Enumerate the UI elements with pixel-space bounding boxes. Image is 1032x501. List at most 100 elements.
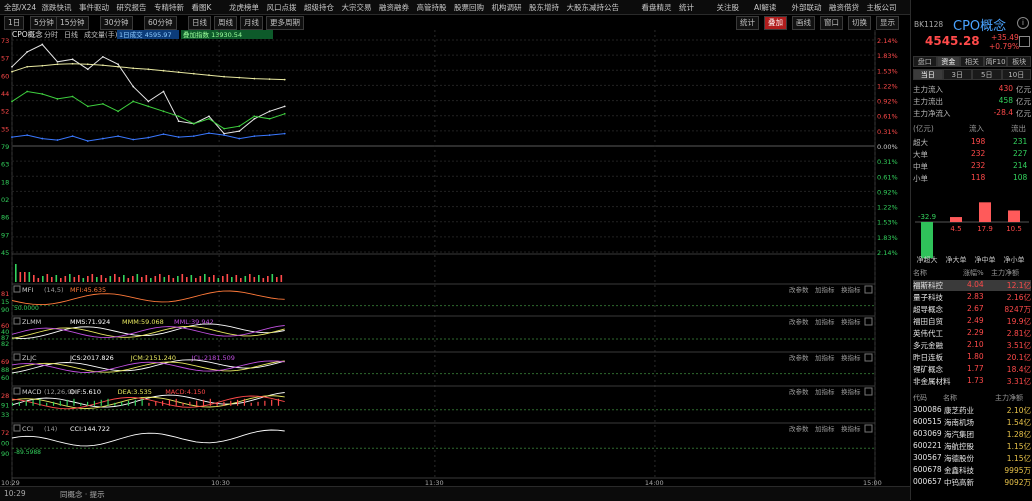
period-button[interactable]: 15分钟	[56, 16, 89, 30]
chart-tool-button[interactable]: 叠加	[764, 16, 787, 30]
tab-item[interactable]: 板块	[1007, 56, 1031, 67]
menu-item[interactable]: 研究报告	[117, 2, 147, 13]
concept-row[interactable]: 多元金融 2.10 3.51亿	[913, 340, 1031, 351]
panel-action-button[interactable]: 换指标	[841, 353, 861, 362]
tab-item[interactable]: 5日	[972, 69, 1002, 80]
concept-row[interactable]: 锂矿概念 1.77 18.4亿	[913, 364, 1031, 375]
tab-item[interactable]: 资金	[936, 56, 961, 67]
period-button[interactable]: 5分钟	[30, 16, 58, 30]
chart-area[interactable]: CPO概念 分时 日线 成交量(手) 1日成交 4595.97 叠加指数 13930.54…	[0, 30, 910, 486]
menu-item[interactable]: 风口点拨	[267, 2, 297, 13]
panel-action-button[interactable]: 换指标	[841, 285, 861, 294]
stock-header-cell[interactable]: 名称	[943, 393, 957, 403]
stock-row[interactable]: 600221 海航控股 1.15亿	[913, 441, 1031, 452]
period-button[interactable]: 30分钟	[100, 16, 133, 30]
stock-header-cell[interactable]: 代码	[913, 393, 927, 403]
panel-action-button[interactable]: 改参数	[789, 317, 809, 326]
panel-action-button[interactable]: 换指标	[841, 317, 861, 326]
indicator-name[interactable]: CCI	[22, 425, 33, 433]
indicator-name[interactable]: MFI	[22, 286, 33, 294]
menu-item[interactable]: 主板公司	[867, 2, 897, 13]
menu-item[interactable]: 融资借贷	[829, 2, 859, 13]
volume-bar	[222, 276, 224, 282]
menu-item[interactable]: 融资融券	[379, 2, 409, 13]
concept-header-cell[interactable]: 名称	[913, 268, 927, 278]
panel-action-button[interactable]: 改参数	[789, 353, 809, 362]
concept-row[interactable]: 昨日连板 1.80 20.1亿	[913, 352, 1031, 363]
indicator-name[interactable]: ZLJC	[22, 354, 37, 362]
menu-item[interactable]: 大宗交易	[342, 2, 372, 13]
panel-action-button[interactable]: 换指标	[841, 424, 861, 433]
stock-row[interactable]: 603069 海汽集团 1.28亿	[913, 429, 1031, 440]
tab-item[interactable]: 当日	[913, 69, 943, 80]
tab-item[interactable]: 简F10	[983, 56, 1008, 67]
chart-tool-button[interactable]: 画线	[792, 16, 815, 30]
chart-mode-label[interactable]: 分时	[44, 30, 58, 39]
menu-item[interactable]: AI解读	[754, 2, 776, 13]
concept-row[interactable]: 超导概念 2.67 8247万	[913, 304, 1031, 315]
menu-item[interactable]: 外部联动	[792, 2, 822, 13]
collapse-icon[interactable]	[1019, 36, 1030, 47]
panel-action-button[interactable]: 加指标	[815, 353, 835, 362]
panel-action-button[interactable]: 加指标	[815, 285, 835, 294]
menu-item[interactable]: 事件驱动	[79, 2, 109, 13]
panel-action-button[interactable]: 改参数	[789, 424, 809, 433]
info-icon[interactable]: i	[1017, 17, 1029, 29]
concept-header: 名称 涨幅% 主力净额	[913, 268, 1031, 279]
chart-mode-label[interactable]: 成交量(手)	[84, 30, 118, 39]
menu-item[interactable]: 龙虎榜单	[229, 2, 259, 13]
chart-tool-button[interactable]: 统计	[736, 16, 759, 30]
stock-row[interactable]: 300567 海德股份 1.15亿	[913, 453, 1031, 464]
block-name[interactable]: CPO概念	[953, 15, 1006, 34]
period-button[interactable]: 1日	[4, 16, 25, 30]
tab-item[interactable]: 相关	[960, 56, 984, 67]
concept-header-cell[interactable]: 涨幅%	[963, 268, 984, 278]
menu-item[interactable]: 机构调研	[492, 2, 522, 13]
panel-action-button[interactable]: 换指标	[841, 387, 861, 396]
panel-action-button[interactable]: 加指标	[815, 424, 835, 433]
chart-tool-button[interactable]: 切换	[848, 16, 871, 30]
menu-item[interactable]: 看盘精灵	[642, 2, 672, 13]
period-button[interactable]: 60分钟	[144, 16, 177, 30]
tab-item[interactable]: 10日	[1001, 69, 1031, 80]
period-button[interactable]: 更多周期	[266, 16, 304, 30]
menu-item[interactable]: 超级持仓	[304, 2, 334, 13]
chart-tool-button[interactable]: 窗口	[820, 16, 843, 30]
chart-tool-button[interactable]: 显示	[876, 16, 899, 30]
menu-item[interactable]: 全部/X24	[4, 2, 36, 13]
panel-action-button[interactable]: 改参数	[789, 387, 809, 396]
indicator-name[interactable]: ZLMM	[22, 318, 41, 326]
chart-mode-label[interactable]: 日线	[64, 30, 78, 39]
menu-item[interactable]: 涨跌快讯	[42, 2, 72, 13]
stock-row[interactable]: 600515 海南机场 1.54亿	[913, 417, 1031, 428]
panel-action-button[interactable]: 加指标	[815, 387, 835, 396]
menu-item[interactable]: 大股东减持	[567, 2, 605, 13]
menu-item[interactable]: 股票回购	[454, 2, 484, 13]
stock-header-cell[interactable]: 主力净额	[995, 393, 1023, 403]
indicator-name[interactable]: MACD	[22, 388, 41, 396]
menu-item[interactable]: 高管持股	[417, 2, 447, 13]
menu-item[interactable]: 统计	[679, 2, 694, 13]
menu-item[interactable]: 公告	[604, 2, 619, 13]
concept-row[interactable]: 非金属材料 1.73 3.31亿	[913, 376, 1031, 387]
tab-item[interactable]: 盘口	[913, 56, 937, 67]
stock-row[interactable]: 000657 中钨高新 9092万	[913, 477, 1031, 488]
concept-row[interactable]: 福斯科控 4.04 12.1亿	[913, 280, 1031, 291]
menu-item[interactable]: 专精特新	[154, 2, 184, 13]
stock-row[interactable]: 300086 康芝药业 2.10亿	[913, 405, 1031, 416]
menu-item[interactable]: 股东增持	[529, 2, 559, 13]
panel-action-button[interactable]: 加指标	[815, 317, 835, 326]
period-button[interactable]: 月线	[240, 16, 263, 30]
tab-item[interactable]: 3日	[942, 69, 972, 80]
panel-action-button[interactable]: 改参数	[789, 285, 809, 294]
period-button[interactable]: 日线	[188, 16, 211, 30]
menu-item[interactable]: 看图K	[192, 2, 212, 13]
flow-table-header: (亿元) 流入 流出	[913, 123, 1031, 134]
menu-item[interactable]: 关注股	[717, 2, 740, 13]
concept-row[interactable]: 量子科技 2.83 2.16亿	[913, 292, 1031, 303]
period-button[interactable]: 周线	[214, 16, 237, 30]
concept-row[interactable]: 英伟代工 2.29 2.81亿	[913, 328, 1031, 339]
concept-row[interactable]: 福田自贸 2.49 19.9亿	[913, 316, 1031, 327]
stock-row[interactable]: 600678 金鑫科技 9995万	[913, 465, 1031, 476]
concept-header-cell[interactable]: 主力净额	[991, 268, 1019, 278]
